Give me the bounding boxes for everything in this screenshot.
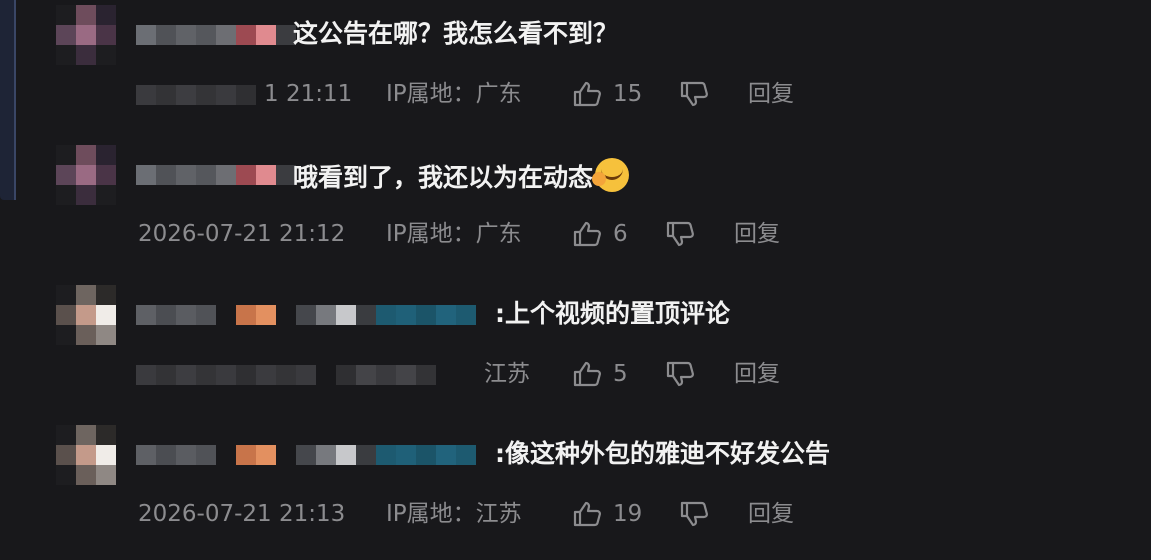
like-button[interactable]: 6 [573,220,628,248]
like-count: 5 [613,361,628,387]
username[interactable] [136,305,476,325]
like-count: 15 [613,81,643,107]
like-count: 6 [613,221,628,247]
comment-item: 这公告在哪？我怎么看不到？ 1 21:11 IP属地：广东 15 回复 [0,0,1151,140]
ip-location: IP属地：江苏 [386,501,522,527]
avatar[interactable] [56,5,116,65]
facepalm-laugh-emoji-icon [592,158,630,192]
comment-text: :像这种外包的雅迪不好发公告 [495,439,830,468]
thumbs-down-icon [666,221,694,247]
avatar[interactable] [56,285,116,345]
reply-button[interactable]: 回复 [748,80,794,108]
username[interactable] [136,25,296,45]
reply-label: 回复 [748,81,794,107]
comment-timestamp: 1 21:11 [264,81,353,107]
thumbs-up-icon [573,81,601,107]
reply-button[interactable]: 回复 [748,500,794,528]
comment-item: 哦看到了，我还以为在动态 2026-07-21 21:12 IP属地：广东 6 … [0,140,1151,280]
blurred-timestamp [136,365,436,385]
comment-text: 这公告在哪？我怎么看不到？ [293,19,619,48]
thumbs-up-icon [573,501,601,527]
reply-label: 回复 [748,501,794,527]
reply-label: 回复 [734,221,780,247]
avatar[interactable] [56,425,116,485]
like-button[interactable]: 19 [573,500,642,528]
thumbs-down-icon [666,361,694,387]
ip-location: 江苏 [484,361,530,387]
comment-text: :上个视频的置顶评论 [495,299,730,328]
like-count: 19 [613,501,643,527]
thumbs-up-icon [573,361,601,387]
thumbs-down-icon [680,501,708,527]
comment-text: 哦看到了，我还以为在动态 [293,158,630,194]
thumbs-down-icon [680,81,708,107]
comment-item: :像这种外包的雅迪不好发公告 2026-07-21 21:13 IP属地：江苏 … [0,420,1151,560]
ip-location: IP属地：广东 [386,81,522,107]
reply-button[interactable]: 回复 [734,220,780,248]
username[interactable] [136,445,476,465]
comment-item: :上个视频的置顶评论 江苏 5 回复 [0,280,1151,420]
blurred-timestamp [136,85,256,105]
ip-location: IP属地：广东 [386,221,522,247]
comment-text-content: 哦看到了，我还以为在动态 [293,163,594,192]
dislike-button[interactable] [666,360,696,388]
comment-timestamp: 2026-07-21 21:12 [138,221,346,247]
dislike-button[interactable] [680,500,710,528]
comment-timestamp: 2026-07-21 21:13 [138,501,346,527]
like-button[interactable]: 5 [573,360,628,388]
like-button[interactable]: 15 [573,80,642,108]
thumbs-up-icon [573,221,601,247]
reply-label: 回复 [734,361,780,387]
reply-button[interactable]: 回复 [734,360,780,388]
dislike-button[interactable] [666,220,696,248]
dislike-button[interactable] [680,80,710,108]
avatar[interactable] [56,145,116,205]
username[interactable] [136,165,296,185]
